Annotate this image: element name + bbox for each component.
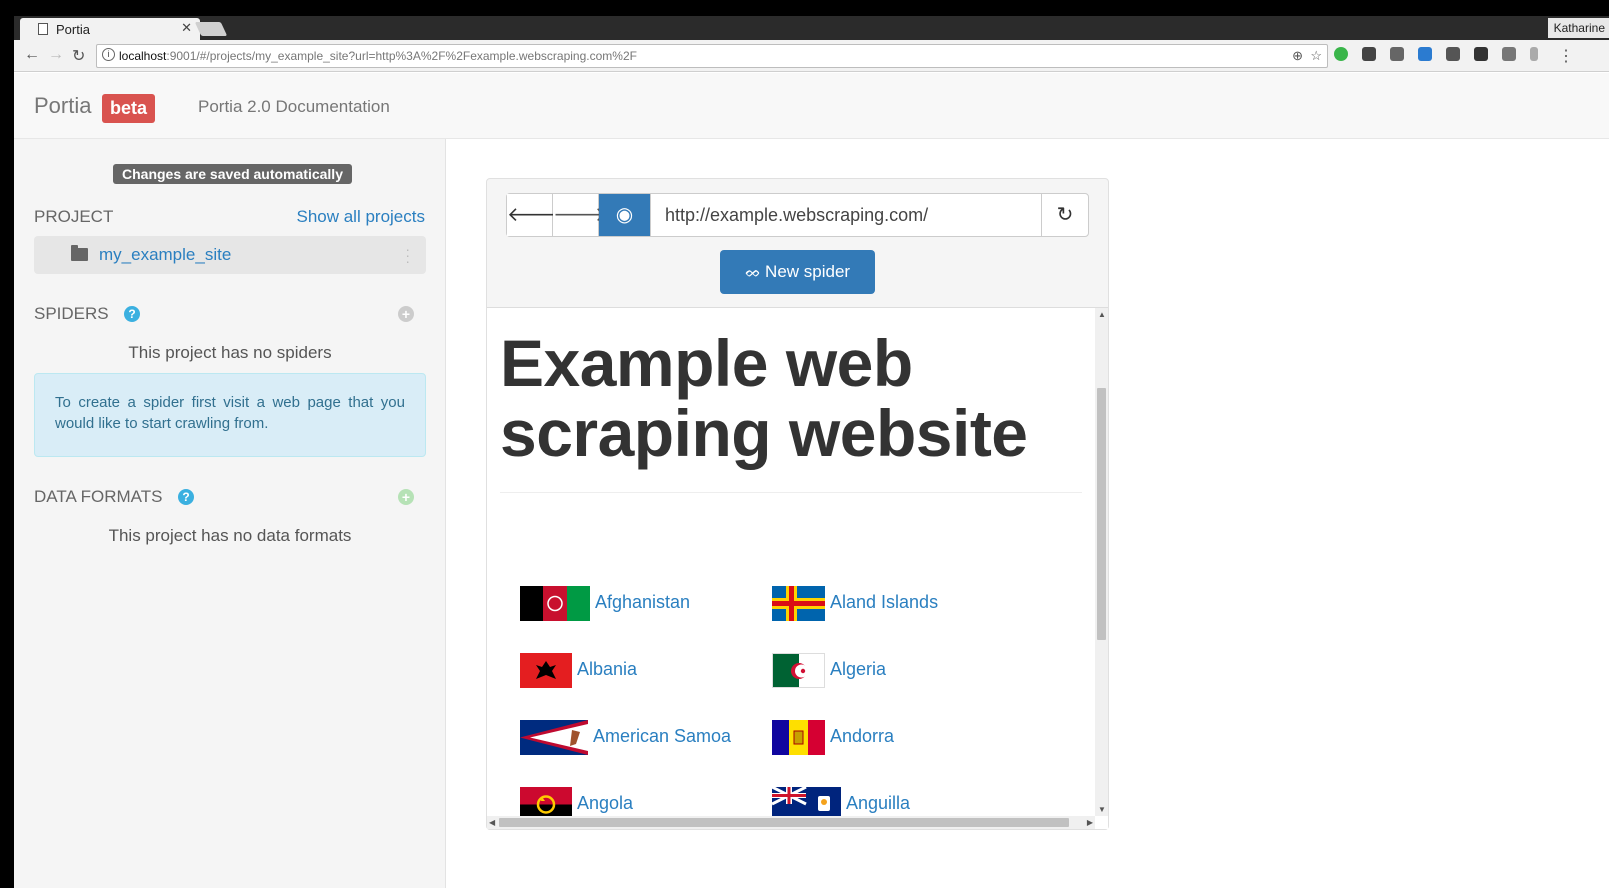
folder-icon	[71, 245, 88, 261]
url-toolbar: 🡐 🡒 ◉ ↻	[506, 193, 1089, 237]
star-icon[interactable]: ☆	[1310, 48, 1322, 64]
no-spiders-text: This project has no spiders	[128, 343, 332, 362]
country-name[interactable]: Anguilla	[846, 793, 910, 814]
scroll-down-icon[interactable]: ▼	[1098, 805, 1106, 814]
page-heading-line2: scraping website	[500, 396, 1028, 470]
scroll-up-icon[interactable]: ▲	[1098, 310, 1106, 319]
vertical-scroll-thumb[interactable]	[1097, 388, 1106, 640]
spiders-section-title: SPIDERS	[34, 304, 109, 323]
eye-icon[interactable]: ◉	[599, 194, 651, 236]
country-name[interactable]: Aland Islands	[830, 592, 938, 613]
flag-aland-islands	[772, 586, 825, 621]
page-forward-icon[interactable]: 🡒	[553, 194, 607, 236]
flag-andorra	[772, 720, 825, 755]
country-name[interactable]: Angola	[577, 793, 633, 814]
project-name[interactable]: my_example_site	[99, 245, 231, 265]
country-name[interactable]: American Samoa	[593, 726, 731, 747]
url-path: :9001/#/projects/my_example_site?url=htt…	[166, 49, 637, 63]
menu-icon[interactable]: ⋮	[1558, 46, 1574, 66]
extension-mail-icon[interactable]	[1446, 47, 1460, 61]
browser-panel: 🡐 🡒 ◉ ↻ ᨖNew spider Example web scraping…	[486, 178, 1109, 830]
new-spider-button[interactable]: ᨖ New spider	[720, 250, 875, 294]
top-navbar: Portia beta Portia 2.0 Documentation	[14, 73, 1609, 139]
page-back-icon[interactable]: 🡐	[507, 194, 561, 236]
extension-blue-icon[interactable]	[1418, 47, 1432, 61]
extension-green-icon[interactable]	[1334, 47, 1348, 61]
extension-gray-icon[interactable]	[1390, 47, 1404, 61]
page-heading: Example web scraping website	[500, 328, 1028, 468]
data-formats-help-icon[interactable]: ?	[178, 489, 194, 505]
extension-evernote-icon[interactable]	[1362, 47, 1376, 61]
page-heading-line1: Example web	[500, 326, 913, 400]
scroll-right-icon[interactable]: ▶	[1087, 818, 1093, 827]
info-icon[interactable]: i	[102, 48, 115, 61]
browser-window: Portia ✕ Katharine ← → ↻ i localhost:900…	[14, 16, 1609, 888]
close-tab-icon[interactable]: ✕	[181, 20, 192, 36]
flag-algeria	[772, 653, 825, 688]
tab-bar: Portia ✕ Katharine	[14, 16, 1609, 40]
address-bar-row: ← → ↻ i localhost:9001/#/projects/my_exa…	[14, 40, 1609, 72]
beta-badge: beta	[102, 94, 156, 123]
new-tab-button[interactable]	[194, 22, 228, 36]
project-item[interactable]: my_example_site · · ·	[34, 236, 426, 274]
omnibox[interactable]: i localhost:9001/#/projects/my_example_s…	[96, 44, 1328, 68]
project-options-icon[interactable]: · · ·	[405, 242, 410, 268]
page-divider	[500, 492, 1082, 493]
url-host: localhost	[119, 49, 167, 63]
spider-icon: ᨖ	[744, 264, 762, 281]
flag-american-samoa	[520, 720, 588, 755]
flag-albania	[520, 653, 572, 688]
page-icon	[38, 23, 48, 35]
back-icon[interactable]: ←	[24, 46, 40, 64]
page-url-input[interactable]	[651, 194, 1042, 236]
brand-logo[interactable]: Portia	[34, 93, 91, 119]
page-viewport[interactable]: Example web scraping website Afghanistan…	[487, 307, 1108, 829]
no-data-formats-text: This project has no data formats	[108, 526, 352, 545]
country-name[interactable]: Algeria	[830, 659, 886, 680]
data-formats-section-title: DATA FORMATS	[34, 487, 163, 506]
new-spider-label: New spider	[765, 262, 851, 281]
spiders-help-icon[interactable]: ?	[124, 306, 140, 322]
portia-app: Portia beta Portia 2.0 Documentation Cha…	[14, 73, 1609, 888]
forward-icon[interactable]: →	[48, 46, 64, 64]
vertical-scrollbar[interactable]: ▲ ▼	[1095, 308, 1108, 816]
country-name[interactable]: Albania	[577, 659, 637, 680]
horizontal-scrollbar[interactable]: ◀ ▶	[487, 816, 1095, 829]
zoom-icon[interactable]: ⊕	[1292, 48, 1303, 64]
reload-icon[interactable]: ↻	[72, 46, 85, 66]
documentation-link[interactable]: Portia 2.0 Documentation	[198, 97, 390, 117]
spider-info-alert: To create a spider first visit a web pag…	[34, 373, 426, 457]
extension-bar-icon[interactable]	[1530, 47, 1538, 61]
project-section-title: PROJECT	[34, 207, 114, 226]
flag-afghanistan	[520, 586, 590, 621]
add-spider-icon[interactable]: +	[398, 306, 414, 322]
profile-button[interactable]: Katharine	[1547, 18, 1609, 38]
add-data-format-icon[interactable]: +	[398, 489, 414, 505]
tab-title: Portia	[56, 22, 90, 37]
extension-dark-icon[interactable]	[1474, 47, 1488, 61]
horizontal-scroll-thumb[interactable]	[499, 818, 1069, 827]
sidebar: Changes are saved automatically PROJECT …	[14, 139, 446, 888]
extension-media-icon[interactable]	[1502, 47, 1516, 61]
show-all-projects-link[interactable]: Show all projects	[296, 207, 425, 227]
saved-status-badge: Changes are saved automatically	[113, 164, 352, 184]
country-name[interactable]: Andorra	[830, 726, 894, 747]
browser-tab[interactable]: Portia ✕	[20, 18, 200, 40]
scroll-left-icon[interactable]: ◀	[489, 818, 495, 827]
page-reload-icon[interactable]: ↻	[1042, 194, 1088, 236]
country-name[interactable]: Afghanistan	[595, 592, 690, 613]
